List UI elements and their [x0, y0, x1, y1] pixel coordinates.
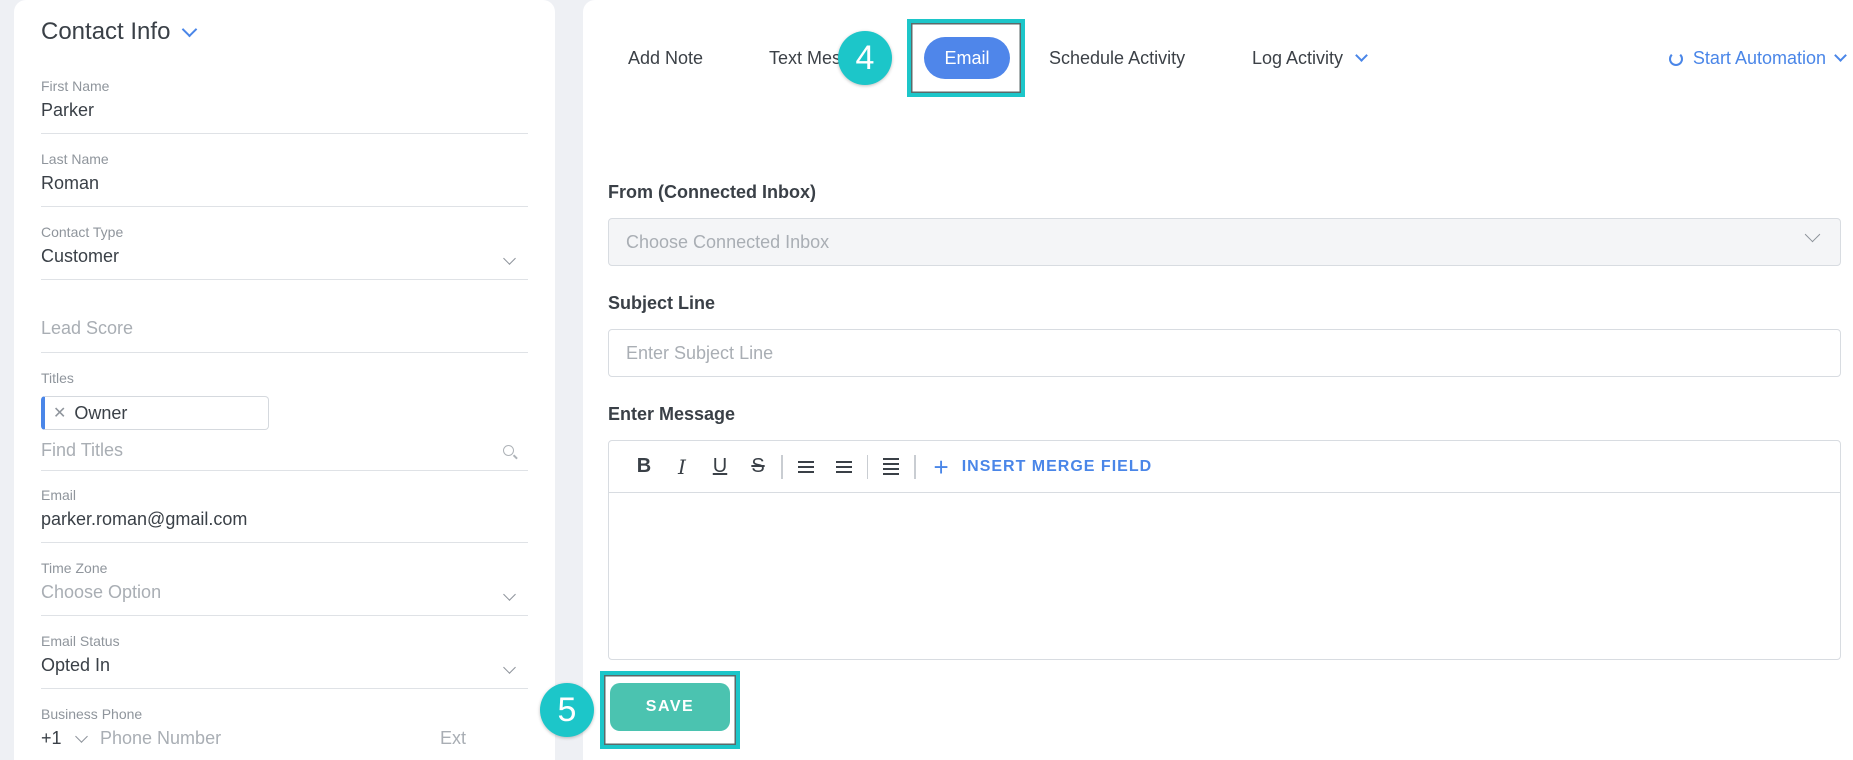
bold-button[interactable]: B — [625, 452, 663, 482]
italic-button[interactable]: I — [663, 452, 701, 482]
subject-line-input[interactable]: Enter Subject Line — [608, 329, 1841, 377]
remove-tag-icon[interactable]: ✕ — [53, 403, 66, 423]
first-name-label: First Name — [41, 78, 110, 94]
from-label: From (Connected Inbox) — [608, 182, 816, 202]
business-phone-label: Business Phone — [41, 706, 143, 722]
insert-merge-field-label: INSERT MERGE FIELD — [961, 457, 1153, 475]
last-name-field[interactable]: Last Name Roman — [41, 151, 528, 207]
ordered-list-icon[interactable] — [787, 452, 825, 482]
toolbar-divider — [866, 454, 868, 479]
step-badge-4: 4 — [838, 31, 892, 85]
lead-score-input[interactable]: Lead Score — [41, 318, 528, 353]
title-tag-label: Owner — [74, 402, 128, 423]
contact-type-select[interactable]: Contact Type Customer — [41, 224, 528, 280]
search-icon — [503, 445, 514, 456]
find-titles-placeholder: Find Titles — [41, 440, 124, 460]
contact-info-header[interactable]: Contact Info — [41, 18, 198, 46]
last-name-label: Last Name — [41, 151, 109, 167]
step-badge-5: 5 — [540, 683, 594, 737]
log-activity-label: Log Activity — [1252, 48, 1344, 68]
chevron-down-icon[interactable] — [75, 730, 88, 743]
tab-text-message[interactable]: Text Mes — [769, 48, 841, 69]
chevron-down-icon — [182, 21, 198, 37]
email-status-value: Opted In — [41, 655, 111, 675]
plus-icon: + — [933, 451, 950, 482]
email-label: Email — [41, 487, 77, 503]
start-automation-button[interactable]: Start Automation — [1668, 48, 1847, 69]
email-tab-highlight — [907, 19, 1025, 97]
contact-info-panel: Contact Info First Name Parker Last Name… — [14, 0, 555, 760]
phone-row: +1 Phone Number Ext — [41, 728, 528, 749]
business-phone-field: Business Phone +1 Phone Number Ext — [41, 706, 528, 760]
first-name-field[interactable]: First Name Parker — [41, 78, 528, 134]
chevron-down-icon — [1834, 49, 1847, 62]
email-status-label: Email Status — [41, 633, 120, 649]
connected-inbox-select[interactable]: Choose Connected Inbox — [608, 218, 1841, 266]
underline-button[interactable]: U — [701, 452, 739, 482]
start-automation-label: Start Automation — [1692, 48, 1826, 68]
email-value: parker.roman@gmail.com — [41, 509, 248, 529]
message-editor[interactable]: B I U S + INSERT MERGE FIELD — [608, 440, 1841, 660]
time-zone-select[interactable]: Time Zone Choose Option — [41, 560, 528, 616]
contact-type-label: Contact Type — [41, 224, 124, 240]
chevron-down-icon — [1355, 49, 1368, 62]
insert-merge-field-button[interactable]: + INSERT MERGE FIELD — [934, 454, 1153, 480]
time-zone-label: Time Zone — [41, 560, 108, 576]
align-justify-icon[interactable] — [872, 452, 910, 482]
refresh-icon — [1668, 51, 1683, 66]
find-titles-input[interactable]: Find Titles — [41, 440, 528, 471]
subject-line-placeholder: Enter Subject Line — [626, 342, 774, 363]
message-label: Enter Message — [608, 404, 736, 424]
contact-type-value: Customer — [41, 246, 120, 266]
subject-line-label: Subject Line — [608, 293, 716, 313]
email-status-select[interactable]: Email Status Opted In — [41, 633, 528, 689]
email-field[interactable]: Email parker.roman@gmail.com — [41, 487, 528, 543]
titles-label: Titles — [41, 370, 74, 386]
connected-inbox-placeholder: Choose Connected Inbox — [626, 231, 830, 252]
title-tag-owner: ✕ Owner — [41, 396, 269, 430]
last-name-value: Roman — [41, 173, 100, 193]
first-name-value: Parker — [41, 100, 95, 120]
tab-log-activity[interactable]: Log Activity — [1252, 48, 1368, 69]
phone-number-input[interactable]: Phone Number — [100, 728, 440, 749]
phone-country-code[interactable]: +1 — [41, 728, 77, 749]
tab-schedule-activity[interactable]: Schedule Activity — [1049, 48, 1185, 69]
tab-add-note[interactable]: Add Note — [628, 48, 703, 69]
save-button-highlight — [600, 671, 740, 749]
phone-ext-input[interactable]: Ext — [440, 728, 466, 749]
strikethrough-button[interactable]: S — [739, 452, 777, 482]
bullet-list-icon[interactable] — [825, 452, 863, 482]
lead-score-placeholder: Lead Score — [41, 318, 134, 338]
contact-info-title: Contact Info — [41, 18, 171, 45]
activity-panel: Add Note Text Mes Email Schedule Activit… — [540, 0, 1853, 760]
toolbar-divider — [781, 454, 783, 479]
time-zone-placeholder: Choose Option — [41, 582, 162, 602]
editor-toolbar: B I U S + INSERT MERGE FIELD — [609, 441, 1840, 493]
activity-tabs: Add Note Text Mes Email Schedule Activit… — [583, 37, 1853, 79]
chevron-down-icon — [1804, 226, 1821, 243]
toolbar-divider — [914, 454, 916, 479]
